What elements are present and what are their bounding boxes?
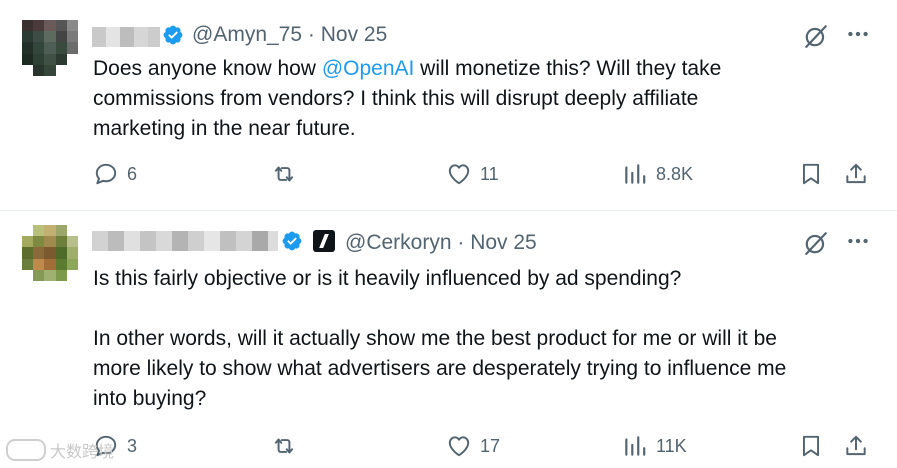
verified-badge-icon xyxy=(282,231,302,251)
bookmark-icon xyxy=(802,163,820,185)
heart-icon xyxy=(448,436,470,457)
share-icon xyxy=(846,163,866,184)
view-count: 8.8K xyxy=(656,163,694,184)
retweet-icon xyxy=(274,438,294,454)
handle[interactable]: @Cerkoryn xyxy=(345,231,452,254)
bookmark-button[interactable] xyxy=(798,161,824,187)
bookmark-icon xyxy=(802,435,820,457)
retweet-button[interactable] xyxy=(271,161,297,187)
timestamp[interactable]: Nov 25 xyxy=(321,23,388,46)
grok-icon[interactable] xyxy=(803,23,829,49)
timestamp[interactable]: Nov 25 xyxy=(470,231,537,254)
like-count: 17 xyxy=(480,435,501,456)
reply-count: 3 xyxy=(127,435,138,456)
avatar[interactable] xyxy=(22,20,78,76)
heart-icon xyxy=(448,164,470,185)
views-chart-icon xyxy=(625,436,646,456)
display-name[interactable] xyxy=(92,231,278,251)
view-count: 11K xyxy=(656,435,687,456)
retweet-icon xyxy=(274,166,294,182)
share-icon xyxy=(846,435,866,456)
watermark-text: 大数跨境 xyxy=(50,444,115,461)
tweet-text: Does anyone know how @OpenAI will moneti… xyxy=(93,54,721,144)
views-button[interactable]: 11K xyxy=(622,433,687,459)
mention-link[interactable]: @OpenAI xyxy=(322,57,415,80)
views-chart-icon xyxy=(625,164,646,184)
avatar[interactable] xyxy=(22,225,78,281)
like-button[interactable]: 11 xyxy=(446,161,499,187)
display-name[interactable] xyxy=(92,27,160,47)
tweet[interactable]: @Cerkoryn · Nov 25 Is this fairly object… xyxy=(0,211,897,468)
handle-date[interactable]: @Amyn_75 · Nov 25 xyxy=(192,23,387,47)
tweet-text-part: Does anyone know how xyxy=(93,57,322,80)
retweet-button[interactable] xyxy=(271,433,297,459)
reply-count: 6 xyxy=(127,163,138,184)
watermark: 大数跨境 xyxy=(6,438,114,462)
tweet-text: Is this fairly objective or is it heavil… xyxy=(93,267,787,410)
bookmark-button[interactable] xyxy=(798,433,824,459)
separator: · xyxy=(457,231,465,254)
like-button[interactable]: 17 xyxy=(446,433,500,459)
more-options-icon[interactable] xyxy=(845,21,871,47)
handle-date[interactable]: @Cerkoryn · Nov 25 xyxy=(345,231,537,255)
share-button[interactable] xyxy=(843,433,869,459)
share-button[interactable] xyxy=(843,161,869,187)
tweet[interactable]: @Amyn_75 · Nov 25 Does anyone know how @… xyxy=(0,0,897,211)
grok-icon[interactable] xyxy=(803,230,829,256)
watermark-logo-icon xyxy=(6,439,46,461)
verified-badge-icon xyxy=(163,25,183,45)
more-options-icon[interactable] xyxy=(845,228,871,254)
reply-button[interactable]: 6 xyxy=(93,161,137,187)
like-count: 11 xyxy=(480,163,499,184)
views-button[interactable]: 8.8K xyxy=(622,161,693,187)
handle[interactable]: @Amyn_75 xyxy=(192,23,302,46)
reply-icon xyxy=(95,163,117,185)
separator: · xyxy=(307,23,315,46)
affiliate-badge-icon[interactable] xyxy=(313,230,335,252)
